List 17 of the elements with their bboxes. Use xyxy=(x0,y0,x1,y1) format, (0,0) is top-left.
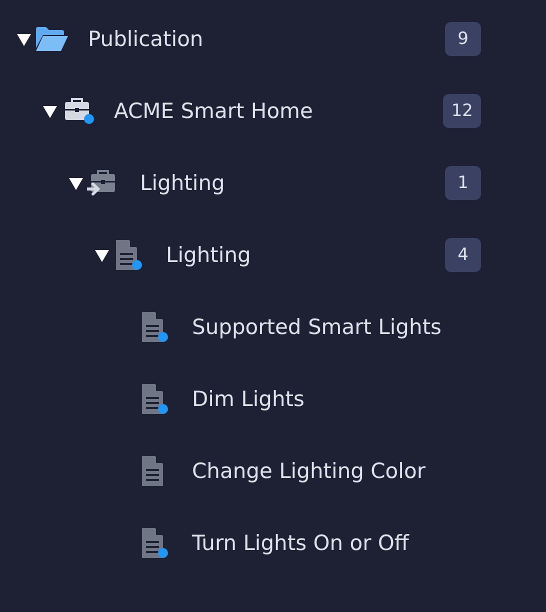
count-badge: 12 xyxy=(443,94,481,128)
count-badge: 9 xyxy=(445,22,481,56)
expanded-triangle-icon[interactable] xyxy=(68,175,84,191)
tree-item-label[interactable]: ACME Smart Home xyxy=(114,99,444,123)
expanded-triangle-icon[interactable] xyxy=(16,31,32,47)
tree-item-label[interactable]: Supported Smart Lights xyxy=(192,315,481,339)
tree-item-label[interactable]: Publication xyxy=(88,27,445,51)
tree-item-label[interactable]: Lighting xyxy=(166,243,445,267)
count-badge: 1 xyxy=(445,166,481,200)
tree-item-label[interactable]: Change Lighting Color xyxy=(192,459,481,483)
expanded-triangle-icon[interactable] xyxy=(94,247,110,263)
expanded-triangle-icon[interactable] xyxy=(42,103,58,119)
folder-icon xyxy=(35,26,69,52)
tree-item-label[interactable]: Turn Lights On or Off xyxy=(192,531,481,555)
tree-item-label[interactable]: Lighting xyxy=(140,171,445,195)
count-badge: 4 xyxy=(445,238,481,272)
tree-item-label[interactable]: Dim Lights xyxy=(192,387,481,411)
